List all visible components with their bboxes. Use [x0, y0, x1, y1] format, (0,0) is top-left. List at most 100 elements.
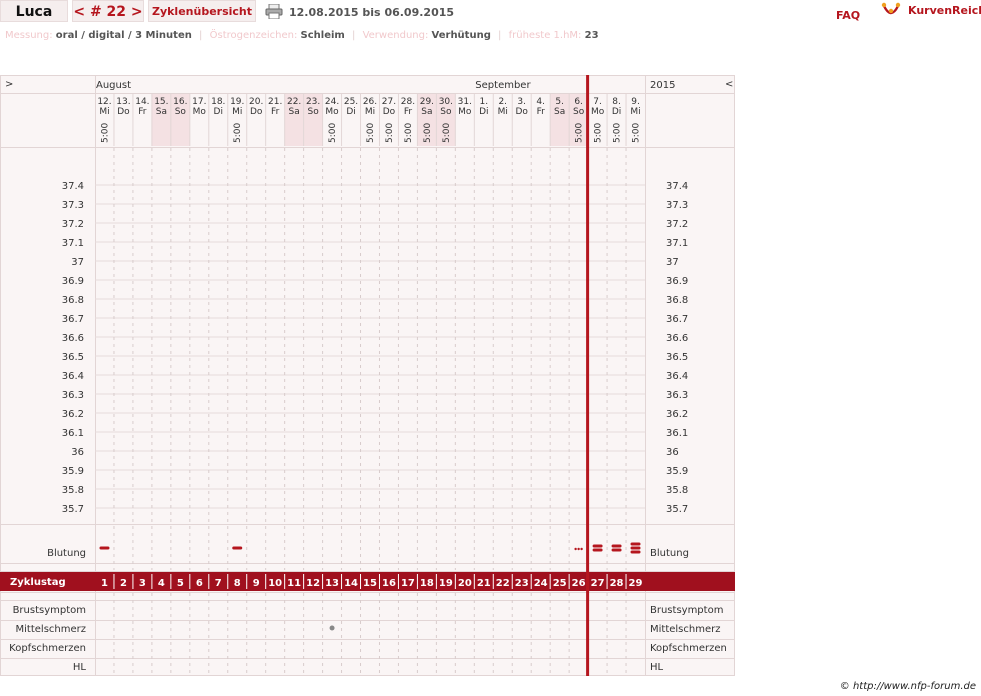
temperature-label-left: 36.7 [62, 314, 84, 325]
day-date: 3. [517, 97, 526, 107]
temperature-label-right: 36.7 [666, 314, 688, 325]
info-label-usage: Verwendung: [362, 30, 429, 41]
cycle-day-number: 3 [139, 578, 146, 589]
info-label-measurement: Messung: [5, 30, 53, 41]
temperature-label-left: 35.8 [62, 485, 84, 496]
top-bar: Luca < # 22 > Zyklenübersicht 12.08.2015… [0, 0, 981, 24]
day-time: 5:00 [100, 123, 110, 143]
day-date: 8. [612, 97, 621, 107]
cycle-day-number: 23 [515, 578, 529, 589]
day-date: 26. [363, 97, 377, 107]
cycle-day-number: 26 [572, 578, 586, 589]
day-date: 31. [458, 97, 472, 107]
brand-name[interactable]: KurvenReich [908, 4, 981, 17]
info-value-measurement: oral / digital / 3 Minuten [55, 30, 192, 41]
temperature-label-left: 37.1 [62, 238, 84, 249]
cycle-day-number: 7 [215, 578, 222, 589]
day-date: 12. [97, 97, 111, 107]
day-weekday: Do [117, 107, 130, 117]
day-time: 5:00 [423, 123, 433, 143]
day-weekday: Mo [325, 107, 339, 117]
bleeding-spotting-mark [580, 547, 583, 551]
day-date: 25. [344, 97, 358, 107]
day-time: 5:00 [366, 123, 376, 143]
temperature-label-right: 35.8 [666, 485, 688, 496]
day-weekday: Fr [138, 107, 147, 117]
day-weekday: Mo [458, 107, 472, 117]
printer-icon[interactable] [265, 4, 283, 19]
temperature-label-right: 36.6 [666, 333, 688, 344]
day-date: 19. [230, 97, 244, 107]
cycle-day-number: 28 [610, 578, 624, 589]
symptom-label-right: Kopfschmerzen [650, 643, 727, 654]
info-label-estrogen: Östrogenzeichen: [209, 30, 298, 41]
temperature-label-left: 36.5 [62, 352, 84, 363]
day-date: 5. [555, 97, 564, 107]
day-weekday: Mo [193, 107, 207, 117]
cycle-day-number: 27 [591, 578, 605, 589]
user-name: Luca [0, 0, 68, 22]
cycle-day-number: 29 [629, 578, 643, 589]
bleeding-mark [99, 546, 110, 550]
bleeding-label-right: Blutung [650, 548, 689, 559]
scroll-right-arrow: < [725, 79, 733, 90]
temperature-label-left: 37.4 [62, 181, 84, 192]
day-date: 15. [154, 97, 168, 107]
kurvenreich-logo-icon [881, 2, 901, 15]
cycle-overview-button[interactable]: Zyklenübersicht [148, 0, 256, 22]
day-weekday: Mi [232, 107, 242, 117]
info-label-earliest: früheste 1.hM: [508, 30, 582, 41]
cycle-day-number: 20 [458, 578, 472, 589]
day-date: 24. [325, 97, 339, 107]
cycle-day-number: 19 [439, 578, 453, 589]
symptom-label-right: Brustsymptom [650, 605, 723, 616]
cycle-navigation[interactable]: < # 22 > [72, 0, 144, 22]
temperature-label-right: 37.4 [666, 181, 688, 192]
day-date: 20. [249, 97, 263, 107]
info-value-usage: Verhütung [431, 30, 491, 41]
cycle-day-number: 2 [120, 578, 127, 589]
temperature-label-left: 35.7 [62, 504, 84, 515]
day-weekday: So [573, 107, 585, 117]
temperature-label-left: 36.9 [62, 276, 84, 287]
bleeding-mark [592, 548, 603, 552]
day-weekday: So [175, 107, 187, 117]
day-weekday: Sa [289, 107, 300, 117]
faq-link[interactable]: FAQ [836, 9, 860, 22]
day-weekday: Do [383, 107, 396, 117]
cycle-day-number: 15 [363, 578, 377, 589]
day-weekday: Mo [591, 107, 605, 117]
temperature-label-left: 36.3 [62, 390, 84, 401]
temperature-label-right: 36.1 [666, 428, 688, 439]
temperature-label-left: 37 [71, 257, 84, 268]
temperature-label-right: 35.7 [666, 504, 688, 515]
bleeding-mark [232, 546, 243, 550]
temperature-label-right: 36.8 [666, 295, 688, 306]
temperature-label-right: 36.9 [666, 276, 688, 287]
day-time: 5:00 [594, 123, 604, 143]
day-weekday: Fr [537, 107, 546, 117]
bleeding-spotting-mark [574, 547, 577, 551]
day-weekday: Mi [365, 107, 375, 117]
symptom-label-right: HL [650, 662, 664, 673]
cycle-day-number: 11 [287, 578, 301, 589]
day-time: 5:00 [233, 123, 243, 143]
day-weekday: Di [612, 107, 621, 117]
day-date: 18. [211, 97, 225, 107]
temperature-label-left: 36.8 [62, 295, 84, 306]
symptom-label-right: Mittelschmerz [650, 624, 720, 635]
day-date: 14. [135, 97, 149, 107]
cycle-day-number: 4 [158, 578, 165, 589]
temperature-label-right: 36.4 [666, 371, 688, 382]
bleeding-mark [630, 542, 641, 546]
day-weekday: Mi [99, 107, 109, 117]
temperature-label-left: 35.9 [62, 466, 84, 477]
day-date: 30. [439, 97, 453, 107]
day-date: 2. [498, 97, 507, 107]
cycle-day-number: 21 [477, 578, 491, 589]
day-weekday: Di [214, 107, 223, 117]
day-weekday: Sa [421, 107, 432, 117]
day-weekday: Do [250, 107, 263, 117]
day-time: 5:00 [442, 123, 452, 143]
day-weekday: Mi [498, 107, 508, 117]
